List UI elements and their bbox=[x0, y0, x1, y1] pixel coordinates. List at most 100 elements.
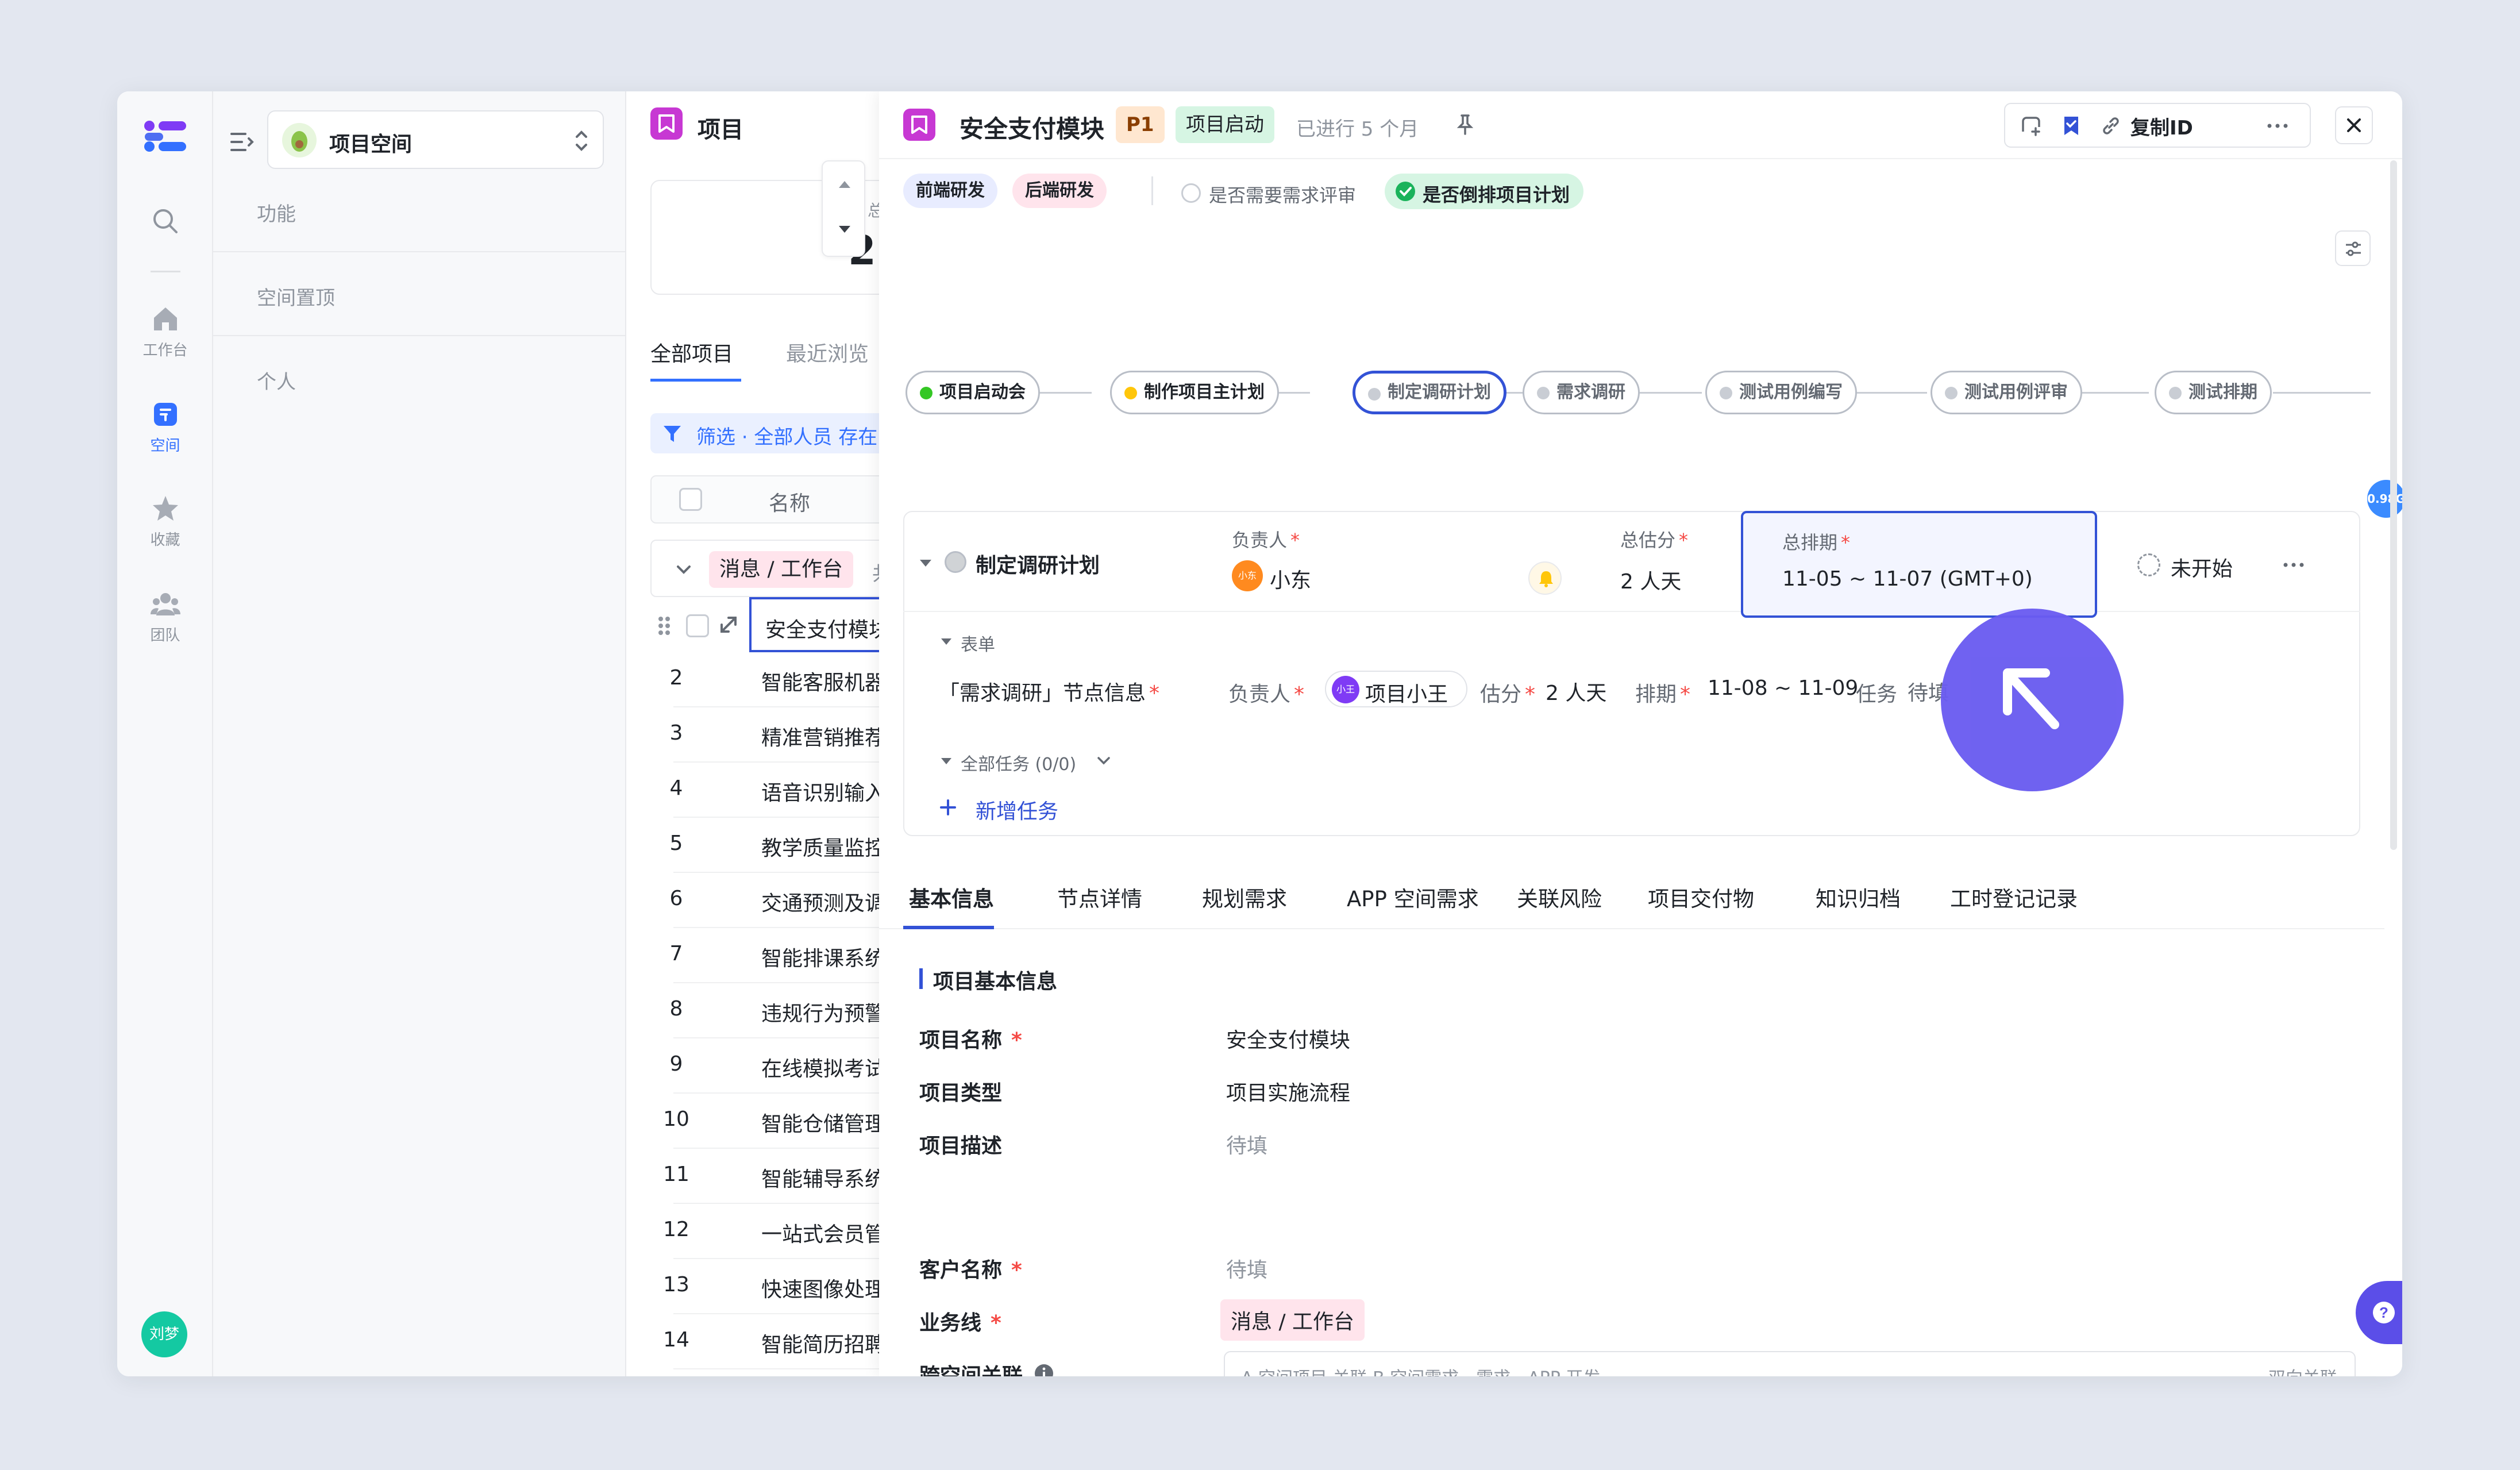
table-row[interactable]: 9 在线模拟考试 bbox=[626, 1038, 879, 1094]
table-row[interactable]: 2 智能客服机器 bbox=[626, 652, 879, 707]
flow-node-testcase-review[interactable]: 测试用例评审 bbox=[1931, 371, 2082, 414]
bookmark-check-icon[interactable] bbox=[2060, 114, 2083, 137]
pin-icon[interactable] bbox=[1454, 113, 1477, 136]
table-row[interactable]: 3 精准营销推荐 bbox=[626, 707, 879, 763]
tag-frontend[interactable]: 前端研发 bbox=[903, 174, 997, 208]
info-icon[interactable] bbox=[1034, 1364, 1054, 1376]
caret-down-icon[interactable] bbox=[939, 753, 954, 768]
flow-node-test-schedule[interactable]: 测试排期 bbox=[2155, 371, 2272, 414]
copy-id-button[interactable]: 复制ID bbox=[2130, 112, 2193, 140]
flow-node-kickoff[interactable]: 项目启动会 bbox=[905, 371, 1040, 414]
field-label: 客户名称 * bbox=[919, 1253, 1022, 1283]
link-icon[interactable] bbox=[2099, 114, 2122, 137]
more-icon[interactable] bbox=[2265, 113, 2290, 138]
row-checkbox[interactable] bbox=[686, 614, 709, 637]
estimate-value[interactable]: 2 人天 bbox=[1620, 565, 1681, 595]
more-icon[interactable] bbox=[2281, 552, 2306, 578]
tab-detail-5[interactable]: 项目交付物 bbox=[1648, 882, 1754, 913]
caret-down-icon[interactable] bbox=[917, 555, 934, 572]
form-schedule-value[interactable]: 11-08 ~ 11-09 bbox=[1708, 676, 1858, 700]
table-row[interactable]: 8 违规行为预警 bbox=[626, 983, 879, 1038]
row-number: 5 bbox=[669, 832, 683, 855]
tab-detail-6[interactable]: 知识归档 bbox=[1816, 882, 1901, 913]
flow-node-testcase-write[interactable]: 测试用例编写 bbox=[1705, 371, 1857, 414]
bidirectional-link-label[interactable]: 双向关联 bbox=[2268, 1364, 2337, 1376]
tab-detail-0[interactable]: 基本信息 bbox=[909, 882, 994, 913]
rail-item-team[interactable]: 团队 bbox=[117, 589, 213, 645]
rail-item-favorites[interactable]: 收藏 bbox=[117, 494, 213, 549]
table-row[interactable]: 6 交通预测及调 bbox=[626, 873, 879, 928]
stage-badge[interactable]: 项目启动 bbox=[1176, 106, 1274, 143]
field-value[interactable]: 待填 bbox=[1226, 1253, 1267, 1283]
flow-connector bbox=[1034, 392, 1092, 394]
field-label-text: 项目类型 bbox=[919, 1082, 1003, 1105]
sidebar-section-personal[interactable]: 个人 bbox=[213, 366, 626, 394]
row-name: 在线模拟考试 bbox=[761, 1057, 879, 1081]
close-button[interactable] bbox=[2335, 106, 2373, 144]
tab-detail-1[interactable]: 节点详情 bbox=[1057, 882, 1142, 913]
tab-detail-3[interactable]: APP 空间需求 bbox=[1347, 882, 1479, 913]
table-row[interactable]: 4 语音识别输入 bbox=[626, 763, 879, 818]
all-tasks-toggle[interactable]: 全部任务 (0/0) bbox=[961, 750, 1076, 775]
expand-icon[interactable] bbox=[717, 613, 740, 636]
remind-button[interactable] bbox=[1528, 561, 1562, 595]
flow-node-research-plan[interactable]: 制定调研计划 bbox=[1353, 371, 1506, 414]
rail-label: 工作台 bbox=[142, 342, 188, 359]
table-row[interactable]: 10 智能仓储管理 bbox=[626, 1094, 879, 1149]
group-header[interactable]: 消息 / 工作台 共 bbox=[650, 540, 892, 597]
rail-label: 团队 bbox=[150, 627, 180, 644]
tab-recent[interactable]: 最近浏览 bbox=[786, 337, 869, 367]
rail-item-space[interactable]: 空间 bbox=[117, 399, 213, 455]
search-icon[interactable] bbox=[117, 206, 213, 241]
field-value[interactable]: 消息 / 工作台 bbox=[1220, 1299, 1365, 1341]
column-header-name: 名称 bbox=[769, 492, 811, 515]
space-name: 项目空间 bbox=[329, 133, 413, 156]
filter-bar[interactable]: 筛选 · 全部人员 存在 bbox=[650, 413, 892, 453]
collapse-sidebar-icon[interactable] bbox=[229, 129, 255, 155]
scrollbar[interactable] bbox=[2390, 160, 2397, 850]
table-row[interactable]: 13 快速图像处理 bbox=[626, 1259, 879, 1314]
form-estimate-value[interactable]: 2 人天 bbox=[1546, 676, 1606, 706]
field-value[interactable]: 待填 bbox=[1226, 1129, 1267, 1159]
flow-node-research[interactable]: 需求调研 bbox=[1523, 371, 1640, 414]
tab-detail-4[interactable]: 关联风险 bbox=[1517, 882, 1602, 913]
stepper-control[interactable] bbox=[822, 160, 865, 257]
form-owner-label: 负责人 * bbox=[1228, 683, 1305, 706]
form-owner-chip[interactable]: 小王 项目小王 bbox=[1325, 671, 1467, 707]
table-row-selected[interactable]: 安全支付模块 bbox=[650, 597, 889, 652]
field-value[interactable]: 安全支付模块 bbox=[1226, 1023, 1350, 1053]
tag-backend[interactable]: 后端研发 bbox=[1012, 174, 1107, 208]
drag-handle-icon[interactable] bbox=[656, 614, 672, 637]
tab-detail-2[interactable]: 规划需求 bbox=[1202, 882, 1287, 913]
tab-all-projects[interactable]: 全部项目 bbox=[650, 337, 733, 367]
table-row[interactable]: 7 智能排课系统 bbox=[626, 928, 879, 983]
priority-badge[interactable]: P1 bbox=[1116, 106, 1165, 143]
user-avatar[interactable]: 刘梦 bbox=[141, 1311, 187, 1357]
select-all-checkbox[interactable] bbox=[679, 488, 702, 511]
chevron-down-icon[interactable] bbox=[1095, 752, 1112, 769]
sidebar-section-function[interactable]: 功能 bbox=[213, 198, 626, 226]
rail-label: 空间 bbox=[150, 437, 180, 455]
table-row[interactable]: 12 一站式会员管 bbox=[626, 1204, 879, 1259]
help-button[interactable]: ? bbox=[2356, 1281, 2402, 1344]
cross-space-input[interactable]: A 空间项目 关联 B 空间需求，需求 - APP 开发 双向关联 bbox=[1224, 1351, 2356, 1376]
avatar: 小王 bbox=[1332, 676, 1359, 703]
sidebar-section-pinned[interactable]: 空间置顶 bbox=[213, 282, 626, 310]
rail-item-workbench[interactable]: 工作台 bbox=[117, 304, 213, 360]
tab-detail-7[interactable]: 工时登记记录 bbox=[1950, 882, 2078, 913]
caret-up-icon[interactable] bbox=[837, 176, 853, 193]
space-selector[interactable]: 项目空间 bbox=[267, 110, 604, 169]
flow-node-master-plan[interactable]: 制作项目主计划 bbox=[1110, 371, 1279, 414]
caret-down-icon[interactable] bbox=[939, 634, 954, 649]
caret-down-icon[interactable] bbox=[837, 221, 853, 237]
node-name: 制定调研计划 bbox=[976, 554, 1100, 578]
check-reverse-plan[interactable]: 是否倒排项目计划 bbox=[1385, 174, 1583, 209]
field-value[interactable]: 项目实施流程 bbox=[1226, 1076, 1350, 1106]
table-row[interactable]: 5 教学质量监控 bbox=[626, 818, 879, 873]
share-icon[interactable] bbox=[2018, 114, 2041, 137]
table-row[interactable]: 14 智能简历招聘 bbox=[626, 1314, 879, 1369]
table-row[interactable]: 11 智能辅导系统 bbox=[626, 1149, 879, 1204]
settings-button[interactable] bbox=[2335, 230, 2371, 266]
selected-cell[interactable]: 安全支付模块 bbox=[749, 597, 889, 652]
schedule-field[interactable]: 总排期 * 11-05 ~ 11-07 (GMT+0) bbox=[1741, 511, 2097, 618]
